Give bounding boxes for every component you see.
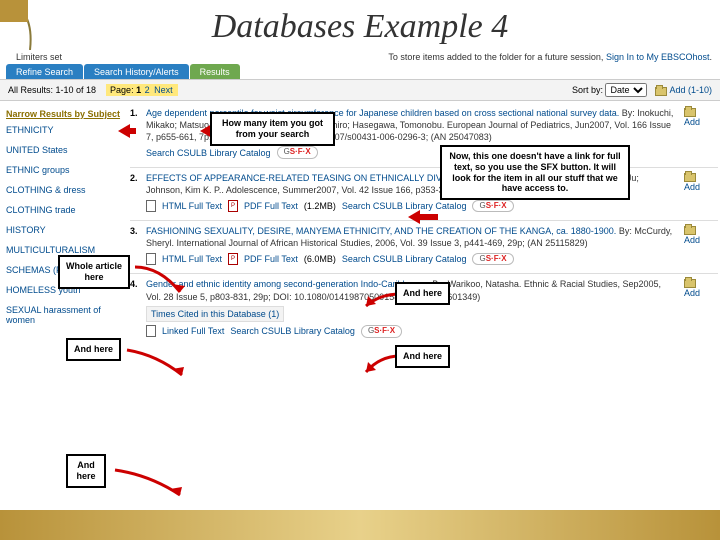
sidebar: Narrow Results by Subject ETHNICITY UNIT… xyxy=(0,101,128,352)
arrow-icon xyxy=(118,124,136,138)
footer-gradient xyxy=(0,510,720,540)
callout-and-here-1: And here xyxy=(395,282,450,305)
add-range-link[interactable]: Add (1-10) xyxy=(655,85,712,95)
arrow-icon xyxy=(360,352,400,376)
pdf-icon: P xyxy=(228,200,238,212)
subject-link[interactable]: SEXUAL harassment of women xyxy=(6,305,122,325)
callout-and-here-4: And here xyxy=(66,454,106,488)
folder-note: To store items added to the folder for a… xyxy=(388,52,712,62)
html-full-text-link[interactable]: HTML Full Text xyxy=(162,200,222,212)
catalog-search-link[interactable]: Search CSULB Library Catalog xyxy=(342,200,467,212)
add-to-folder-link[interactable]: Add xyxy=(684,278,718,299)
pagination: Page: 1 2 Next xyxy=(106,84,178,96)
callout-and-here-2: And here xyxy=(395,345,450,368)
presentation-title: Databases Example 4 xyxy=(0,0,720,50)
pdf-full-text-link[interactable]: PDF Full Text xyxy=(244,253,298,265)
times-cited-link[interactable]: Times Cited in this Database (1) xyxy=(146,306,284,322)
sidebar-title: Narrow Results by Subject xyxy=(6,109,122,119)
tab-results[interactable]: Results xyxy=(190,64,240,79)
catalog-search-link[interactable]: Search CSULB Library Catalog xyxy=(230,325,355,337)
page-2-link[interactable]: 2 xyxy=(145,85,150,95)
sfx-button[interactable]: GS·F·X xyxy=(472,253,513,266)
linked-full-text-link[interactable]: Linked Full Text xyxy=(162,325,224,337)
catalog-search-link[interactable]: Search CSULB Library Catalog xyxy=(342,253,467,265)
result-title-link[interactable]: FASHIONING SEXUALITY, DESIRE, MANYEMA ET… xyxy=(146,226,616,236)
folder-icon xyxy=(655,87,667,96)
result-number: 3. xyxy=(130,225,146,265)
tab-search-history[interactable]: Search History/Alerts xyxy=(84,64,189,79)
arrow-icon xyxy=(110,465,190,505)
add-to-folder-link[interactable]: Add xyxy=(684,107,718,128)
add-label: Add xyxy=(684,234,700,246)
tab-bar: Refine Search Search History/Alerts Resu… xyxy=(0,64,720,79)
folder-note-text: To store items added to the folder for a… xyxy=(388,52,606,62)
divider xyxy=(130,273,718,274)
sort-label: Sort by: xyxy=(572,85,603,95)
callout-whole-article: Whole article here xyxy=(58,255,130,289)
folder-icon xyxy=(684,108,696,117)
html-icon xyxy=(146,200,156,212)
subject-link[interactable]: ETHNICITY xyxy=(6,125,122,135)
arrow-icon xyxy=(130,262,190,302)
add-to-folder-link[interactable]: Add xyxy=(684,172,718,193)
arrow-icon xyxy=(360,290,400,310)
pdf-size: (6.0MB) xyxy=(304,253,336,265)
subject-link[interactable]: CLOTHING & dress xyxy=(6,185,122,195)
brand-logo xyxy=(0,0,60,50)
pdf-icon: P xyxy=(228,253,238,265)
add-range-label: Add (1-10) xyxy=(669,85,712,95)
callout-and-here-3: And here xyxy=(66,338,121,361)
subject-link[interactable]: MULTICULTURALISM xyxy=(6,245,122,255)
pdf-full-text-link[interactable]: PDF Full Text xyxy=(244,200,298,212)
result-item: 3. FASHIONING SEXUALITY, DESIRE, MANYEMA… xyxy=(130,225,718,265)
sfx-button[interactable]: GS·F·X xyxy=(277,146,318,159)
folder-icon xyxy=(684,173,696,182)
sort-select[interactable]: Date xyxy=(605,83,647,97)
add-label: Add xyxy=(684,287,700,299)
sort-control: Sort by: Date xyxy=(572,83,648,97)
sign-in-link[interactable]: Sign In to My EBSCOhost xyxy=(606,52,710,62)
folder-icon xyxy=(684,226,696,235)
subject-link[interactable]: ETHNIC groups xyxy=(6,165,122,175)
limiters-set-label: Limiters set xyxy=(8,52,62,62)
pdf-size: (1.2MB) xyxy=(304,200,336,212)
subject-link[interactable]: UNITED States xyxy=(6,145,122,155)
callout-sfx: Now, this one doesn't have a link for fu… xyxy=(440,145,630,200)
callout-search-count: How many item you got from your search xyxy=(210,112,335,146)
catalog-search-link[interactable]: Search CSULB Library Catalog xyxy=(146,147,271,159)
arrow-icon xyxy=(122,345,192,385)
sfx-button[interactable]: GS·F·X xyxy=(361,325,402,338)
page-current: 1 xyxy=(136,85,141,95)
result-number: 2. xyxy=(130,172,146,212)
sfx-button[interactable]: GS·F·X xyxy=(472,200,513,213)
subject-link[interactable]: CLOTHING trade xyxy=(6,205,122,215)
subject-link[interactable]: HISTORY xyxy=(6,225,122,235)
page-label: Page: xyxy=(110,85,136,95)
page-next-link[interactable]: Next xyxy=(154,85,173,95)
add-label: Add xyxy=(684,181,700,193)
linked-icon xyxy=(146,325,156,337)
results-count: All Results: 1-10 of 18 xyxy=(8,85,96,95)
tab-refine-search[interactable]: Refine Search xyxy=(6,64,83,79)
folder-icon xyxy=(684,279,696,288)
add-label: Add xyxy=(684,116,700,128)
arrow-icon xyxy=(408,210,438,224)
add-to-folder-link[interactable]: Add xyxy=(684,225,718,246)
